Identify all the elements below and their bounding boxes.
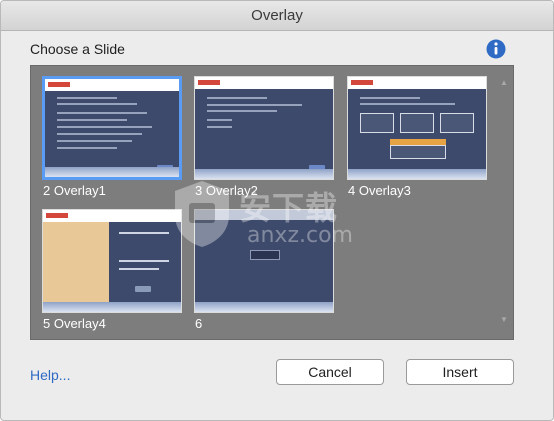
slide-thumbnail-5[interactable]: [42, 209, 182, 313]
slide-picker-panel[interactable]: 2 Overlay1 3 Overlay2 4 Overlay3 5 Overl…: [30, 65, 514, 340]
slide-thumbnail-6[interactable]: [194, 209, 334, 313]
scroll-down-arrow-icon[interactable]: ▼: [499, 315, 509, 325]
slide-label-4[interactable]: 4 Overlay3: [348, 183, 411, 198]
slide-thumbnail-3[interactable]: [194, 76, 334, 180]
scroll-up-arrow-icon[interactable]: ▲: [499, 78, 509, 88]
slide-label-5[interactable]: 5 Overlay4: [43, 316, 106, 331]
slide-label-2[interactable]: 2 Overlay1: [43, 183, 106, 198]
insert-button[interactable]: Insert: [406, 359, 514, 385]
overlay-dialog: Overlay Choose a Slide 2 Overlay1 3 Over…: [0, 0, 554, 421]
slide-label-3[interactable]: 3 Overlay2: [195, 183, 258, 198]
slide-label-6[interactable]: 6: [195, 316, 202, 331]
slide-thumbnail-2[interactable]: [42, 76, 182, 180]
window-title: Overlay: [1, 1, 553, 31]
slide-thumbnail-4[interactable]: [347, 76, 487, 180]
help-link[interactable]: Help...: [30, 367, 70, 383]
cancel-button[interactable]: Cancel: [276, 359, 384, 385]
choose-slide-label: Choose a Slide: [30, 41, 125, 57]
info-icon[interactable]: [486, 39, 506, 59]
